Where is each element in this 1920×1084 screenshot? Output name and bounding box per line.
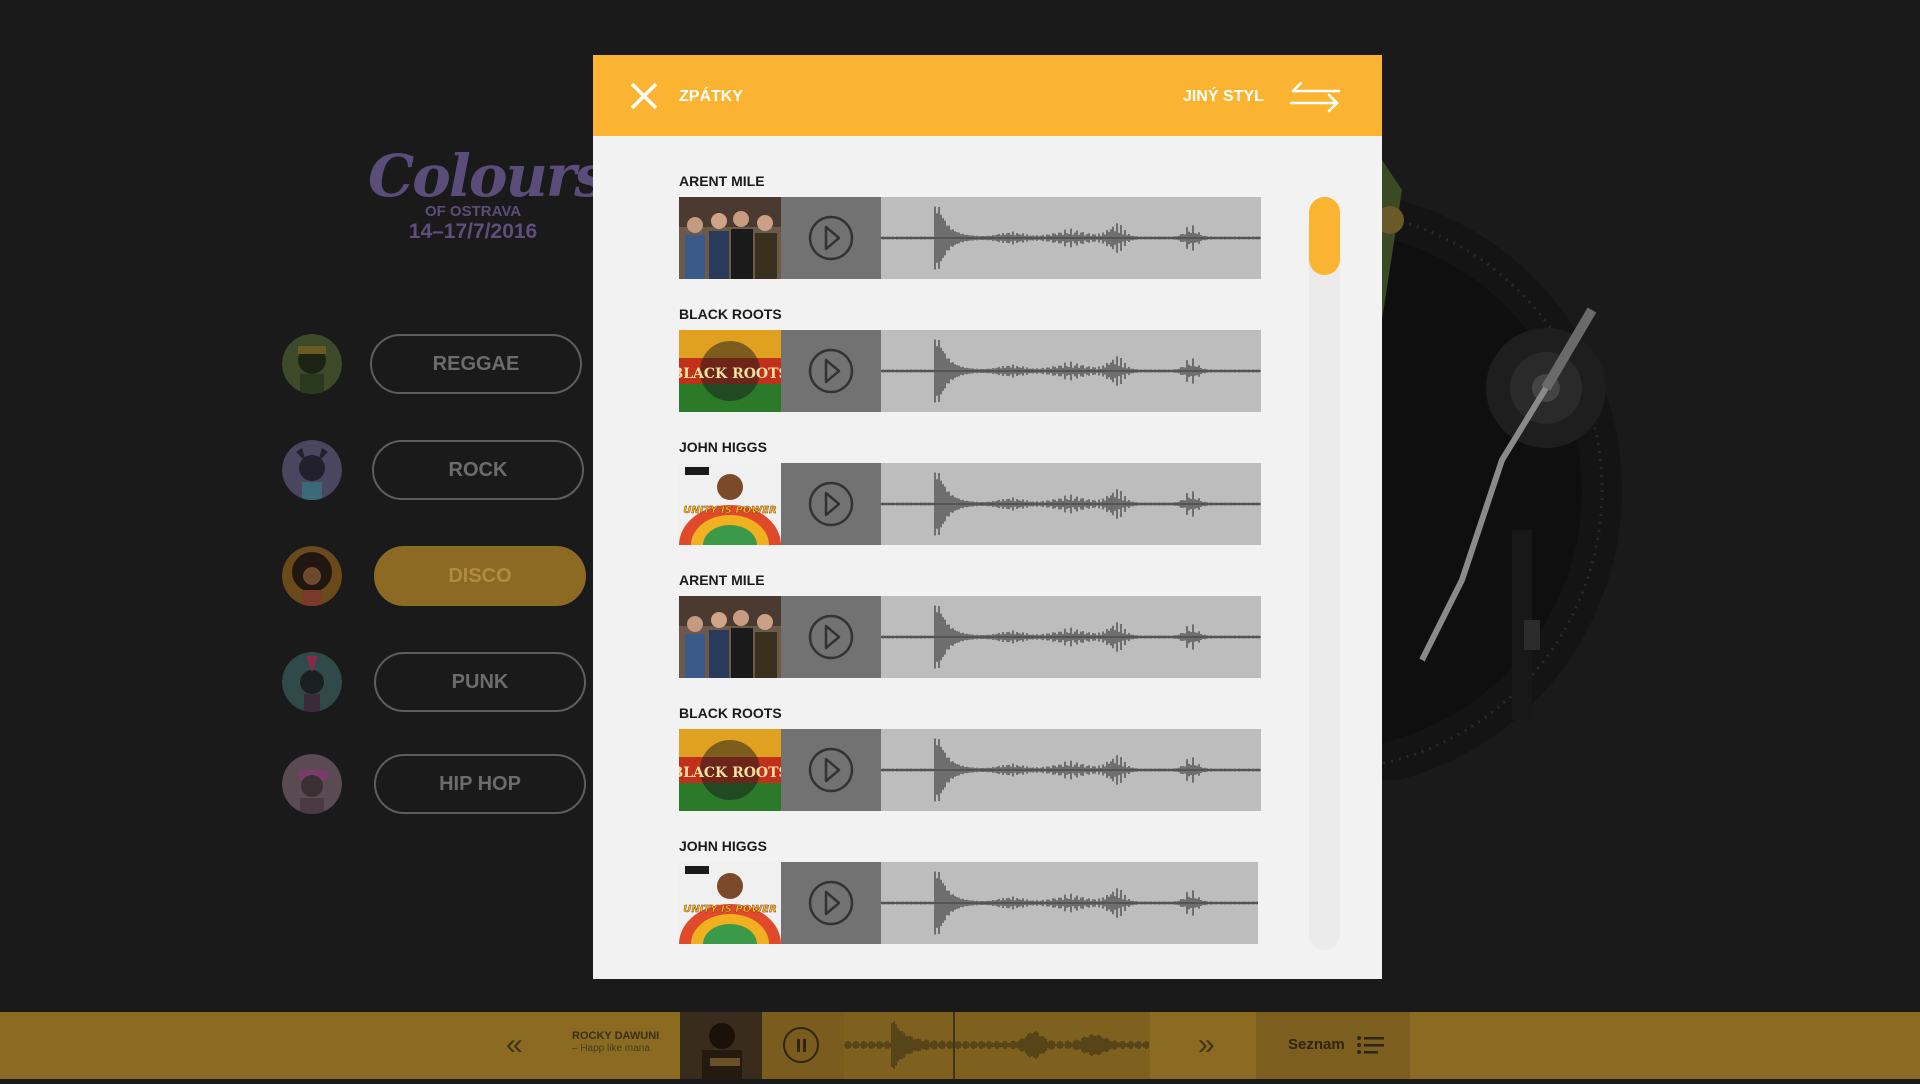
track-item: BLACK ROOTS BLACK ROOTS (679, 705, 1261, 838)
cover-text: BLACK ROOTS (679, 765, 781, 781)
play-icon[interactable] (781, 463, 881, 545)
scrollbar[interactable] (1309, 197, 1340, 950)
swap-arrows-icon[interactable] (1289, 81, 1341, 113)
track-artist: ARENT MILE (679, 173, 765, 189)
track-cover (679, 197, 781, 279)
play-button[interactable] (781, 729, 881, 811)
play-button[interactable] (781, 463, 881, 545)
track-item: JOHN HIGGS UNITY IS POWER (679, 838, 1261, 971)
track-cover: BLACK ROOTS (679, 729, 781, 811)
modal-header: ZPÁTKY JINÝ STYL (593, 55, 1382, 136)
track-waveform[interactable] (880, 463, 1261, 545)
track-item: BLACK ROOTS BLACK ROOTS (679, 306, 1261, 439)
cover-text: BLACK ROOTS (679, 366, 781, 382)
close-icon[interactable] (629, 81, 659, 111)
track-row: UNITY IS POWER (679, 463, 1261, 545)
track-item: ARENT MILE (679, 572, 1261, 705)
scrollbar-thumb[interactable] (1309, 197, 1340, 275)
track-item: ARENT MILE (679, 173, 1261, 306)
track-artist: BLACK ROOTS (679, 306, 782, 322)
track-waveform[interactable] (880, 729, 1261, 811)
track-list: ARENT MILE BLACK ROOTS BLACK ROOTS JOHN HIG… (679, 173, 1261, 971)
track-waveform[interactable] (880, 862, 1258, 944)
track-artist: ARENT MILE (679, 572, 765, 588)
track-artist: JOHN HIGGS (679, 439, 767, 455)
back-button[interactable]: ZPÁTKY (679, 88, 743, 106)
cover-text: UNITY IS POWER (683, 904, 777, 915)
track-artist: JOHN HIGGS (679, 838, 767, 854)
play-icon[interactable] (781, 862, 881, 944)
track-waveform[interactable] (880, 330, 1261, 412)
track-row: UNITY IS POWER (679, 862, 1261, 944)
track-item: JOHN HIGGS UNITY IS POWER (679, 439, 1261, 572)
play-icon[interactable] (781, 197, 881, 279)
track-cover: UNITY IS POWER (679, 463, 781, 545)
track-cover: UNITY IS POWER (679, 862, 781, 944)
play-button[interactable] (781, 862, 881, 944)
play-button[interactable] (781, 197, 881, 279)
track-cover: BLACK ROOTS (679, 330, 781, 412)
play-icon[interactable] (781, 596, 881, 678)
other-style-button[interactable]: JINÝ STYL (1183, 88, 1264, 106)
track-list-modal: ZPÁTKY JINÝ STYL ARENT MILEBLACK ROOTSBL… (593, 55, 1382, 979)
cover-text: UNITY IS POWER (683, 505, 777, 516)
play-icon[interactable] (781, 330, 881, 412)
play-button[interactable] (781, 330, 881, 412)
track-waveform[interactable] (880, 596, 1261, 678)
track-row (679, 596, 1261, 678)
track-waveform[interactable] (880, 197, 1261, 279)
track-row (679, 197, 1261, 279)
play-icon[interactable] (781, 729, 881, 811)
track-artist: BLACK ROOTS (679, 705, 782, 721)
play-button[interactable] (781, 596, 881, 678)
track-row: BLACK ROOTS (679, 330, 1261, 412)
track-row: BLACK ROOTS (679, 729, 1261, 811)
track-cover (679, 596, 781, 678)
